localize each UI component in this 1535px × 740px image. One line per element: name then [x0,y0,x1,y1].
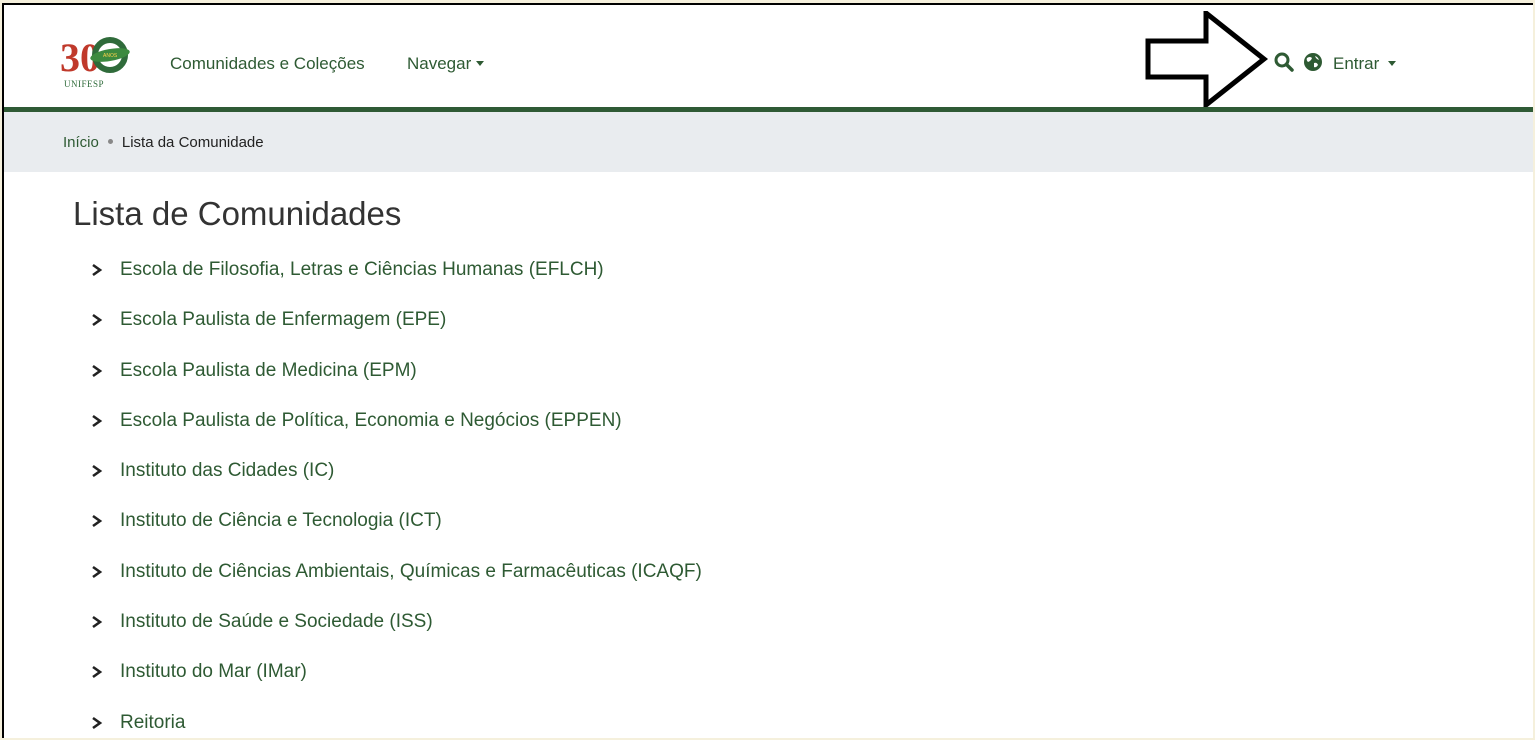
list-item[interactable]: Reitoria [90,710,702,738]
list-item[interactable]: Instituto de Ciência e Tecnologia (ICT) [90,508,702,558]
community-link[interactable]: Instituto de Saúde e Sociedade (ISS) [120,609,433,635]
search-icon [1274,52,1294,72]
list-item[interactable]: Instituto de Saúde e Sociedade (ISS) [90,609,702,659]
breadcrumb-separator [107,139,113,144]
chevron-right-icon[interactable] [90,464,104,478]
nav-browse-dropdown[interactable]: Navegar [407,54,485,74]
community-link[interactable]: Escola Paulista de Enfermagem (EPE) [120,307,446,333]
chevron-right-icon[interactable] [90,263,104,277]
chevron-down-icon [476,61,485,66]
svg-text:ANOS: ANOS [103,53,118,59]
chevron-right-icon[interactable] [90,313,104,327]
logo-text: UNIFESP [64,79,105,89]
community-link[interactable]: Escola de Filosofia, Letras e Ciências H… [120,257,604,283]
list-item[interactable]: Escola Paulista de Medicina (EPM) [90,358,702,408]
page-frame: 30 ANOS UNIFESP Comunidades e Coleções N… [2,3,1533,738]
list-item[interactable]: Escola Paulista de Política, Economia e … [90,408,702,458]
chevron-down-icon [1388,61,1397,66]
chevron-right-icon[interactable] [90,414,104,428]
list-item[interactable]: Escola Paulista de Enfermagem (EPE) [90,307,702,357]
list-item[interactable]: Instituto das Cidades (IC) [90,458,702,508]
community-list: Escola de Filosofia, Letras e Ciências H… [90,257,702,738]
community-link[interactable]: Instituto de Ciências Ambientais, Químic… [120,559,702,585]
chevron-right-icon[interactable] [90,364,104,378]
community-link[interactable]: Instituto das Cidades (IC) [120,458,334,484]
community-link[interactable]: Escola Paulista de Medicina (EPM) [120,358,417,384]
community-link[interactable]: Instituto de Ciência e Tecnologia (ICT) [120,508,442,534]
chevron-right-icon[interactable] [90,615,104,629]
list-item[interactable]: Instituto de Ciências Ambientais, Químic… [90,559,702,609]
login-label: Entrar [1333,54,1380,73]
page-title: Lista de Comunidades [73,195,402,232]
language-button[interactable] [1303,52,1323,72]
breadcrumb-home[interactable]: Início [63,134,99,151]
nav-communities-collections[interactable]: Comunidades e Coleções [170,54,365,74]
chevron-right-icon[interactable] [90,716,104,730]
login-dropdown[interactable]: Entrar [1333,54,1397,74]
community-link[interactable]: Escola Paulista de Política, Economia e … [120,408,622,434]
nav-browse-label: Navegar [407,54,472,73]
community-link[interactable]: Reitoria [120,710,185,736]
annotation-arrow-icon [1145,11,1269,107]
unifesp-logo[interactable]: 30 ANOS UNIFESP [60,27,150,91]
chevron-right-icon[interactable] [90,565,104,579]
breadcrumb: Início Lista da Comunidade [63,134,264,151]
globe-icon [1304,53,1322,71]
chevron-right-icon[interactable] [90,514,104,528]
chevron-right-icon[interactable] [90,665,104,679]
breadcrumb-current: Lista da Comunidade [121,134,264,151]
breadcrumb-bar: Início Lista da Comunidade [4,112,1533,172]
search-button[interactable] [1274,52,1294,72]
list-item[interactable]: Escola de Filosofia, Letras e Ciências H… [90,257,702,307]
community-link[interactable]: Instituto do Mar (IMar) [120,659,307,685]
list-item[interactable]: Instituto do Mar (IMar) [90,659,702,709]
navbar: 30 ANOS UNIFESP Comunidades e Coleções N… [4,5,1533,112]
